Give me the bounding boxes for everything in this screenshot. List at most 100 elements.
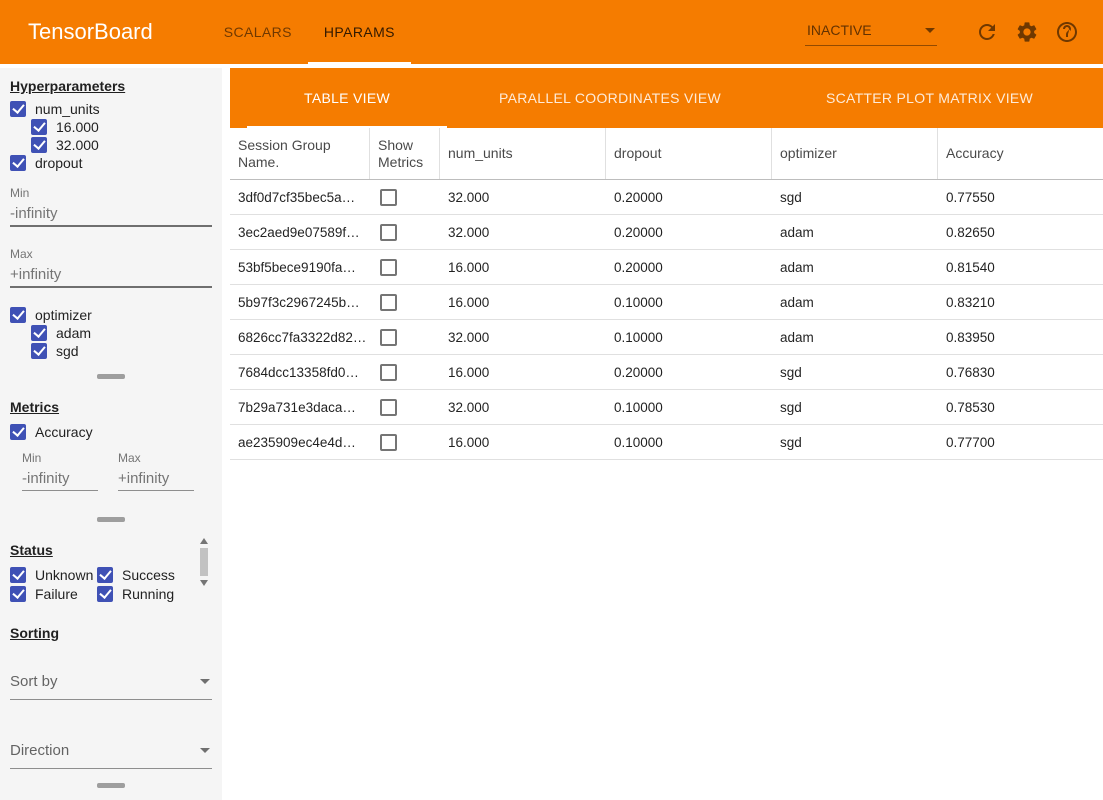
checkbox-item-accuracy[interactable]: Accuracy	[10, 423, 212, 441]
show-metrics-checkbox[interactable]	[380, 259, 397, 276]
table-row[interactable]: 3ec2aed9e07589f… 32.000 0.20000 adam 0.8…	[230, 215, 1103, 250]
refresh-icon[interactable]	[975, 20, 999, 44]
checkbox-item-success[interactable]: Success	[97, 566, 212, 584]
metric-max-input[interactable]: +infinity	[118, 465, 194, 491]
num-units-cell: 16.000	[440, 295, 606, 310]
tab-table-view[interactable]: TABLE VIEW	[230, 68, 464, 128]
checkbox-item-num-units[interactable]: num_units	[10, 100, 212, 118]
checkbox-label: Failure	[35, 586, 78, 602]
col-dropout[interactable]: dropout	[606, 128, 772, 179]
hparam-max-input[interactable]: +infinity	[10, 261, 212, 288]
show-metrics-checkbox[interactable]	[380, 399, 397, 416]
table-row[interactable]: ae235909ec4e4d… 16.000 0.10000 sgd 0.777…	[230, 425, 1103, 460]
show-metrics-checkbox[interactable]	[380, 364, 397, 381]
table-row[interactable]: 7684dcc13358fd0… 16.000 0.20000 sgd 0.76…	[230, 355, 1103, 390]
dropout-cell: 0.20000	[606, 260, 772, 275]
resize-handle[interactable]	[97, 374, 125, 379]
checkbox-icon[interactable]	[31, 343, 47, 359]
checkbox-item-failure[interactable]: Failure	[10, 585, 97, 603]
dropout-cell: 0.20000	[606, 365, 772, 380]
checkbox-icon[interactable]	[10, 101, 26, 117]
col-num-units[interactable]: num_units	[440, 128, 606, 179]
header-actions: INACTIVE	[805, 18, 1079, 46]
checkbox-item-dropout[interactable]: dropout	[10, 154, 212, 172]
chevron-down-icon	[200, 748, 210, 753]
metric-max-label: Max	[118, 451, 194, 465]
tab-parallel-coordinates-view[interactable]: PARALLEL COORDINATES VIEW	[464, 68, 756, 128]
checkbox-item-sgd[interactable]: sgd	[31, 342, 212, 360]
checkbox-item-optimizer[interactable]: optimizer	[10, 306, 212, 324]
show-metrics-checkbox[interactable]	[380, 329, 397, 346]
session-group-name-cell: 5b97f3c2967245b…	[230, 295, 370, 310]
show-metrics-cell	[370, 329, 440, 346]
table-row[interactable]: 5b97f3c2967245b… 16.000 0.10000 adam 0.8…	[230, 285, 1103, 320]
show-metrics-checkbox[interactable]	[380, 294, 397, 311]
reload-status-dropdown[interactable]: INACTIVE	[805, 18, 937, 46]
num-units-cell: 32.000	[440, 225, 606, 240]
num-units-cell: 32.000	[440, 190, 606, 205]
checkbox-label: 32.000	[56, 137, 99, 153]
tab-hparams[interactable]: HPARAMS	[308, 0, 411, 64]
show-metrics-checkbox[interactable]	[380, 224, 397, 241]
scrollbar-thumb[interactable]	[200, 548, 208, 576]
show-metrics-checkbox[interactable]	[380, 434, 397, 451]
checkbox-icon[interactable]	[97, 567, 113, 583]
col-accuracy[interactable]: Accuracy	[938, 128, 1103, 179]
session-group-name-cell: ae235909ec4e4d…	[230, 435, 370, 450]
tab-scatter-plot-matrix-view[interactable]: SCATTER PLOT MATRIX VIEW	[756, 68, 1103, 128]
optimizer-cell: adam	[772, 330, 938, 345]
tab-scalars[interactable]: SCALARS	[208, 0, 308, 64]
show-metrics-checkbox[interactable]	[380, 189, 397, 206]
hparam-min-input[interactable]: -infinity	[10, 200, 212, 227]
checkbox-label: dropout	[35, 155, 82, 171]
table-row[interactable]: 53bf5bece9190fa… 16.000 0.20000 adam 0.8…	[230, 250, 1103, 285]
app-header: TensorBoard SCALARS HPARAMS INACTIVE	[0, 0, 1103, 64]
accuracy-cell: 0.82650	[938, 225, 1103, 240]
checkbox-item-unknown[interactable]: Unknown	[10, 566, 97, 584]
checkbox-icon[interactable]	[10, 155, 26, 171]
resize-handle[interactable]	[97, 783, 125, 788]
dropout-cell: 0.10000	[606, 330, 772, 345]
checkbox-item-32-000[interactable]: 32.000	[31, 136, 212, 154]
accuracy-cell: 0.77700	[938, 435, 1103, 450]
checkbox-icon[interactable]	[10, 424, 26, 440]
optimizer-cell: sgd	[772, 190, 938, 205]
num-units-cell: 16.000	[440, 365, 606, 380]
col-session-group-name[interactable]: Session Group Name.	[230, 128, 370, 179]
num-units-cell: 32.000	[440, 330, 606, 345]
checkbox-item-adam[interactable]: adam	[31, 324, 212, 342]
main-pane: TABLE VIEW PARALLEL COORDINATES VIEW SCA…	[230, 68, 1103, 800]
scroll-up-icon[interactable]	[200, 538, 208, 544]
checkbox-icon[interactable]	[10, 567, 26, 583]
accuracy-cell: 0.76830	[938, 365, 1103, 380]
col-optimizer[interactable]: optimizer	[772, 128, 938, 179]
checkbox-icon[interactable]	[10, 586, 26, 602]
session-group-name-cell: 7684dcc13358fd0…	[230, 365, 370, 380]
checkbox-icon[interactable]	[31, 137, 47, 153]
checkbox-icon[interactable]	[31, 325, 47, 341]
resize-handle[interactable]	[97, 517, 125, 522]
checkbox-label: Running	[122, 586, 174, 602]
gear-icon[interactable]	[1015, 20, 1039, 44]
sort-by-dropdown[interactable]: Sort by	[10, 667, 212, 700]
session-group-name-cell: 3ec2aed9e07589f…	[230, 225, 370, 240]
direction-dropdown[interactable]: Direction	[10, 736, 212, 769]
table-row[interactable]: 3df0d7cf35bec5a… 32.000 0.20000 sgd 0.77…	[230, 180, 1103, 215]
status-scrollbar[interactable]	[199, 538, 209, 586]
metric-min-input[interactable]: -infinity	[22, 465, 98, 491]
checkbox-item-running[interactable]: Running	[97, 585, 212, 603]
table-row[interactable]: 6826cc7fa3322d82… 32.000 0.10000 adam 0.…	[230, 320, 1103, 355]
table-row[interactable]: 7b29a731e3daca… 32.000 0.10000 sgd 0.785…	[230, 390, 1103, 425]
num-units-cell: 32.000	[440, 400, 606, 415]
session-group-name-cell: 6826cc7fa3322d82…	[230, 330, 370, 345]
optimizer-cell: adam	[772, 260, 938, 275]
checkbox-icon[interactable]	[97, 586, 113, 602]
scroll-down-icon[interactable]	[200, 580, 208, 586]
table-header: Session Group Name. Show Metrics num_uni…	[230, 128, 1103, 180]
checkbox-item-16-000[interactable]: 16.000	[31, 118, 212, 136]
help-icon[interactable]	[1055, 20, 1079, 44]
checkbox-icon[interactable]	[31, 119, 47, 135]
optimizer-cell: adam	[772, 225, 938, 240]
checkbox-icon[interactable]	[10, 307, 26, 323]
col-show-metrics[interactable]: Show Metrics	[370, 128, 440, 179]
